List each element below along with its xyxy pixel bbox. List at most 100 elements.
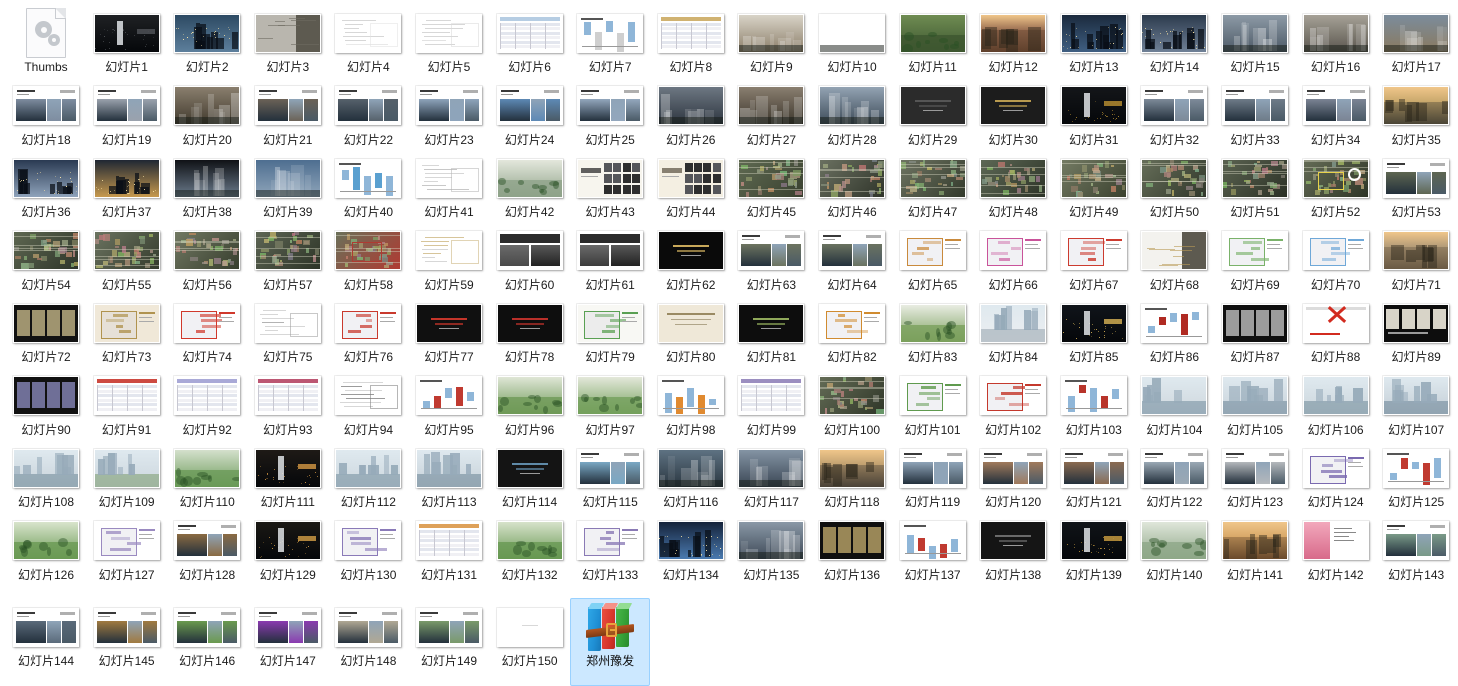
file-name-label: 幻灯片75 bbox=[263, 350, 313, 364]
thumb-shape bbox=[1103, 101, 1122, 106]
slide-preview-art bbox=[417, 449, 481, 487]
thumb-shape bbox=[1343, 185, 1349, 192]
slide-thumbnail bbox=[899, 13, 966, 53]
thumb-shape bbox=[1025, 239, 1042, 241]
file-item[interactable]: 郑州豫发 bbox=[570, 598, 651, 686]
slide-thumbnail-wrap bbox=[10, 152, 82, 204]
slide-thumbnail bbox=[819, 13, 885, 53]
thumb-shape bbox=[1029, 176, 1035, 182]
file-item[interactable]: 幻灯片148 bbox=[328, 598, 408, 686]
thumb-shape bbox=[99, 234, 105, 240]
file-item[interactable]: 幻灯片149 bbox=[409, 598, 489, 686]
file-name-label: 幻灯片90 bbox=[21, 422, 71, 437]
thumb-shape bbox=[1303, 522, 1330, 559]
slide-thumbnail-wrap bbox=[252, 297, 324, 349]
slide-preview-art bbox=[900, 87, 965, 124]
file-item[interactable]: 幻灯片138 bbox=[973, 512, 1053, 600]
slide-preview-art bbox=[255, 377, 320, 414]
file-item[interactable]: 幻灯片147 bbox=[248, 598, 328, 686]
slide-thumbnail-wrap bbox=[816, 442, 888, 494]
file-item[interactable]: 幻灯片128 bbox=[167, 512, 247, 600]
thumb-shape bbox=[916, 246, 929, 250]
slide-thumbnail bbox=[1141, 303, 1208, 343]
thumb-shape bbox=[310, 476, 312, 478]
slide-thumbnail-wrap bbox=[91, 515, 163, 567]
slide-thumbnail bbox=[1302, 303, 1369, 343]
file-item[interactable]: 幻灯片130 bbox=[328, 512, 408, 600]
file-grid[interactable]: Thumbs 幻灯片1 幻灯片2 幻灯片3 幻灯片4 幻灯片5 幻灯片6 幻灯片7 幻灯片8 幻灯… bbox=[0, 0, 1458, 686]
thumb-shape bbox=[232, 248, 238, 255]
thumb-shape bbox=[342, 19, 377, 21]
file-item[interactable]: 幻灯片134 bbox=[651, 512, 731, 600]
thumb-shape bbox=[343, 27, 359, 29]
slide-preview-art bbox=[255, 232, 320, 269]
slide-preview-art bbox=[255, 304, 320, 342]
thumb-shape bbox=[739, 172, 804, 174]
thumb-shape bbox=[850, 399, 854, 404]
file-item[interactable]: 幻灯片129 bbox=[248, 512, 328, 600]
thumb-shape bbox=[868, 527, 881, 553]
thumb-shape bbox=[717, 536, 719, 538]
file-item[interactable]: 幻灯片140 bbox=[1134, 512, 1214, 600]
file-item[interactable]: 幻灯片132 bbox=[490, 512, 570, 600]
slide-thumbnail bbox=[496, 448, 563, 488]
file-name-label: 幻灯片21 bbox=[263, 132, 313, 147]
slide-thumbnail-wrap bbox=[252, 80, 324, 132]
thumb-shape bbox=[1094, 120, 1096, 122]
thumb-shape bbox=[703, 162, 712, 172]
file-item[interactable]: 幻灯片141 bbox=[1215, 512, 1295, 600]
file-name-label: 幻灯片117 bbox=[743, 495, 799, 509]
file-name-label: 幻灯片123 bbox=[1226, 495, 1284, 509]
thumb-shape bbox=[1027, 452, 1043, 456]
file-item[interactable]: 幻灯片139 bbox=[1054, 512, 1134, 600]
thumb-shape bbox=[946, 452, 962, 456]
file-item[interactable]: 幻灯片145 bbox=[87, 598, 167, 686]
thumb-shape bbox=[62, 99, 76, 121]
thumb-shape bbox=[995, 535, 1032, 537]
file-name-label: 幻灯片95 bbox=[424, 422, 474, 437]
thumb-shape bbox=[178, 529, 191, 530]
slide-preview-art bbox=[14, 304, 78, 342]
thumb-shape bbox=[833, 464, 842, 486]
file-item[interactable]: 幻灯片133 bbox=[570, 512, 650, 600]
thumb-shape bbox=[622, 173, 631, 183]
file-name-label: 幻灯片2 bbox=[185, 60, 229, 74]
thumb-shape bbox=[126, 385, 128, 411]
file-item[interactable]: 幻灯片143 bbox=[1376, 512, 1456, 600]
thumb-shape bbox=[838, 313, 846, 317]
slide-thumbnail bbox=[980, 158, 1047, 198]
file-item[interactable]: 幻灯片150 bbox=[490, 598, 570, 686]
slide-thumbnail-wrap bbox=[574, 80, 646, 132]
file-item[interactable]: 幻灯片135 bbox=[731, 512, 811, 600]
file-item[interactable]: 幻灯片126 bbox=[6, 512, 86, 600]
thumb-shape bbox=[1066, 47, 1068, 49]
thumb-shape bbox=[1336, 99, 1351, 121]
file-item[interactable]: 幻灯片142 bbox=[1296, 512, 1376, 600]
file-name-label: 幻灯片130 bbox=[340, 567, 397, 582]
file-item[interactable]: 幻灯片131 bbox=[409, 512, 489, 600]
file-item[interactable]: 幻灯片144 bbox=[6, 598, 86, 686]
file-item[interactable]: 幻灯片127 bbox=[87, 512, 167, 600]
file-name-label: 幻灯片23 bbox=[424, 132, 474, 147]
thumb-shape bbox=[613, 184, 622, 194]
slide-thumbnail bbox=[899, 376, 966, 415]
thumb-shape bbox=[839, 402, 843, 406]
thumb-shape bbox=[1225, 99, 1255, 121]
thumb-shape bbox=[377, 235, 380, 241]
slide-thumbnail bbox=[738, 376, 805, 415]
thumb-shape bbox=[1001, 174, 1005, 177]
thumb-shape bbox=[581, 175, 599, 177]
file-item[interactable]: 幻灯片136 bbox=[812, 512, 892, 600]
file-item[interactable]: 幻灯片146 bbox=[167, 598, 247, 686]
thumb-shape bbox=[1061, 176, 1126, 178]
file-item[interactable]: 幻灯片137 bbox=[893, 512, 973, 600]
slide-thumbnail-wrap bbox=[1300, 225, 1372, 277]
file-name-label: 幻灯片57 bbox=[263, 277, 313, 292]
thumb-shape bbox=[451, 240, 479, 264]
slide-thumbnail bbox=[93, 607, 160, 647]
thumb-shape bbox=[258, 611, 277, 614]
slide-preview-art bbox=[175, 522, 240, 559]
slide-thumbnail bbox=[738, 158, 805, 198]
file-name-label: 幻灯片58 bbox=[343, 277, 394, 292]
thumb-shape bbox=[57, 181, 59, 183]
